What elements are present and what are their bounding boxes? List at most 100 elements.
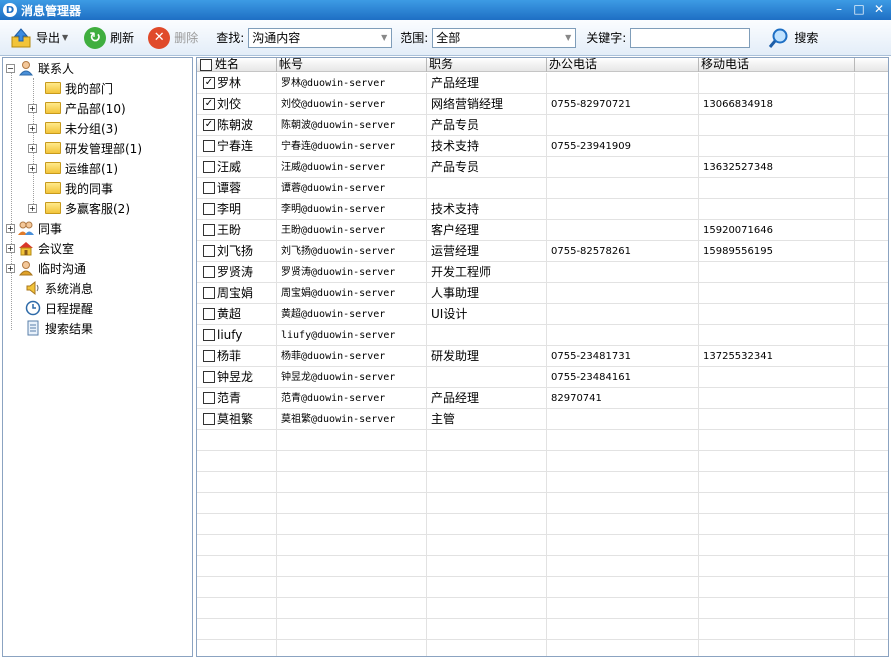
expand-icon[interactable]: + (28, 163, 37, 173)
cell-account: 李明@duowin-server (277, 199, 427, 220)
tree-item-cs-dept[interactable]: + 多赢客服(2) (28, 198, 130, 218)
cell-mobile (699, 640, 855, 656)
cell-title: 产品经理 (427, 388, 547, 409)
cell-title: 产品经理 (427, 73, 547, 94)
table-row[interactable]: 罗贤涛 罗贤涛@duowin-server 开发工程师 (197, 262, 888, 283)
cell-account: 刘飞扬@duowin-server (277, 241, 427, 262)
close-icon[interactable]: ✕ (871, 1, 887, 17)
table-row[interactable]: 刘飞扬 刘飞扬@duowin-server 运营经理 0755-82578261 159… (197, 241, 888, 262)
column-header-mobile-phone[interactable]: 移动电话 (699, 58, 855, 72)
tree-item-ungrouped[interactable]: + 未分组(3) (28, 118, 118, 138)
tree-item-temp-chat[interactable]: + 临时沟通 (6, 258, 86, 278)
cell-name: 李明 (213, 199, 277, 220)
table-row[interactable]: 汪威 汪威@duowin-server 产品专员 13632527348 (197, 157, 888, 178)
cell-title: 产品专员 (427, 157, 547, 178)
search-button[interactable]: 搜索 (764, 24, 822, 52)
table-row[interactable]: ✓ 陈朝波 陈朝波@duowin-server 产品专员 (197, 115, 888, 136)
cell-mobile (699, 577, 855, 598)
column-header-account[interactable]: 帐号 (277, 58, 427, 72)
tree-item-schedule[interactable]: 日程提醒 (25, 298, 93, 318)
cell-account: liufy@duowin-server (277, 325, 427, 346)
cell-mobile (699, 451, 855, 472)
expand-icon[interactable]: + (6, 223, 15, 233)
folder-icon (45, 162, 61, 174)
expand-icon[interactable]: + (6, 263, 15, 273)
maximize-icon[interactable]: □ (851, 1, 867, 17)
table-row[interactable]: ✓ 刘佼 刘佼@duowin-server 网络营销经理 0755-82970721 13… (197, 94, 888, 115)
cell-name: 罗林 (213, 73, 277, 94)
cell-office (547, 451, 699, 472)
cell-mobile (699, 178, 855, 199)
cell-name: 宁春连 (213, 136, 277, 157)
keyword-input[interactable] (630, 27, 751, 48)
cell-name: liufy (213, 325, 277, 346)
column-header-name[interactable]: 姓名 (213, 58, 277, 72)
expand-icon[interactable]: + (28, 143, 37, 153)
cell-title (427, 493, 547, 514)
cell-name (213, 430, 277, 451)
cell-title (427, 640, 547, 656)
window-controls: – □ ✕ (831, 1, 887, 17)
cell-office (547, 199, 699, 220)
cell-account (277, 556, 427, 577)
cell-name: 钟昱龙 (213, 367, 277, 388)
person-icon (18, 260, 34, 276)
expand-icon[interactable]: + (28, 203, 37, 213)
tree-item-my-dept[interactable]: 我的部门 (45, 78, 113, 98)
speaker-icon (25, 280, 41, 296)
refresh-icon: ↻ (84, 26, 107, 49)
export-button[interactable]: 导出 ▼ (6, 24, 72, 52)
expand-icon[interactable]: + (28, 103, 37, 113)
table-row[interactable]: 范青 范青@duowin-server 产品经理 82970741 (197, 388, 888, 409)
table-row[interactable]: 王盼 王盼@duowin-server 客户经理 15920071646 (197, 220, 888, 241)
collapse-icon[interactable]: − (6, 63, 15, 73)
cell-office (547, 283, 699, 304)
expand-icon[interactable]: + (6, 243, 15, 253)
tree-item-ops-dept[interactable]: + 运维部(1) (28, 158, 118, 178)
table-row[interactable]: 杨菲 杨菲@duowin-server 研发助理 0755-23481731 13725… (197, 346, 888, 367)
table-row (197, 430, 888, 451)
cell-office (547, 178, 699, 199)
table-row[interactable]: 宁春连 宁春连@duowin-server 技术支持 0755-23941909 (197, 136, 888, 157)
cell-account (277, 451, 427, 472)
cell-title (427, 577, 547, 598)
table-row[interactable]: liufy liufy@duowin-server (197, 325, 888, 346)
select-all-checkbox[interactable] (200, 59, 212, 71)
refresh-button[interactable]: ↻ 刷新 (80, 24, 138, 52)
table-row[interactable]: 莫祖繁 莫祖繁@duowin-server 主管 (197, 409, 888, 430)
cell-title (427, 598, 547, 619)
table-row[interactable]: 谭蓉 谭蓉@duowin-server (197, 178, 888, 199)
table-row[interactable]: 钟昱龙 钟昱龙@duowin-server 0755-23484161 (197, 367, 888, 388)
cell-mobile (699, 136, 855, 157)
cell-office (547, 409, 699, 430)
scope-select[interactable]: 全部 ▼ (432, 27, 577, 48)
tree-item-meeting-room[interactable]: + 会议室 (6, 238, 74, 258)
table-row[interactable]: 黄超 黄超@duowin-server UI设计 (197, 304, 888, 325)
table-row[interactable]: ✓ 罗林 罗林@duowin-server 产品经理 (197, 73, 888, 94)
cell-mobile: 13632527348 (699, 157, 855, 178)
column-header-office-phone[interactable]: 办公电话 (547, 58, 699, 72)
tree-item-sys-msg[interactable]: 系统消息 (25, 278, 93, 298)
tree-item-colleagues[interactable]: + 同事 (6, 218, 62, 238)
minimize-icon[interactable]: – (831, 1, 847, 17)
expand-icon[interactable]: + (28, 123, 37, 133)
folder-icon (45, 102, 61, 114)
cell-mobile: 15920071646 (699, 220, 855, 241)
tree-item-rd-mgmt[interactable]: + 研发管理部(1) (28, 138, 142, 158)
tree-item-contacts[interactable]: − 联系人 (6, 58, 74, 78)
find-select[interactable]: 沟通内容 ▼ (248, 27, 393, 48)
tree-item-search-results[interactable]: 搜索结果 (25, 318, 93, 338)
cell-mobile (699, 283, 855, 304)
folder-icon (45, 142, 61, 154)
column-header-title[interactable]: 职务 (427, 58, 547, 72)
chevron-down-icon: ▼ (381, 32, 388, 42)
table-row[interactable]: 李明 李明@duowin-server 技术支持 (197, 199, 888, 220)
table-row (197, 577, 888, 598)
find-label: 查找: (216, 31, 245, 45)
tree-item-product-dept[interactable]: + 产品部(10) (28, 98, 126, 118)
delete-button[interactable]: ✕ 删除 (144, 24, 202, 52)
table-row[interactable]: 周宝娟 周宝娟@duowin-server 人事助理 (197, 283, 888, 304)
cell-office (547, 493, 699, 514)
cell-account: 杨菲@duowin-server (277, 346, 427, 367)
tree-item-my-colleagues[interactable]: 我的同事 (45, 178, 113, 198)
